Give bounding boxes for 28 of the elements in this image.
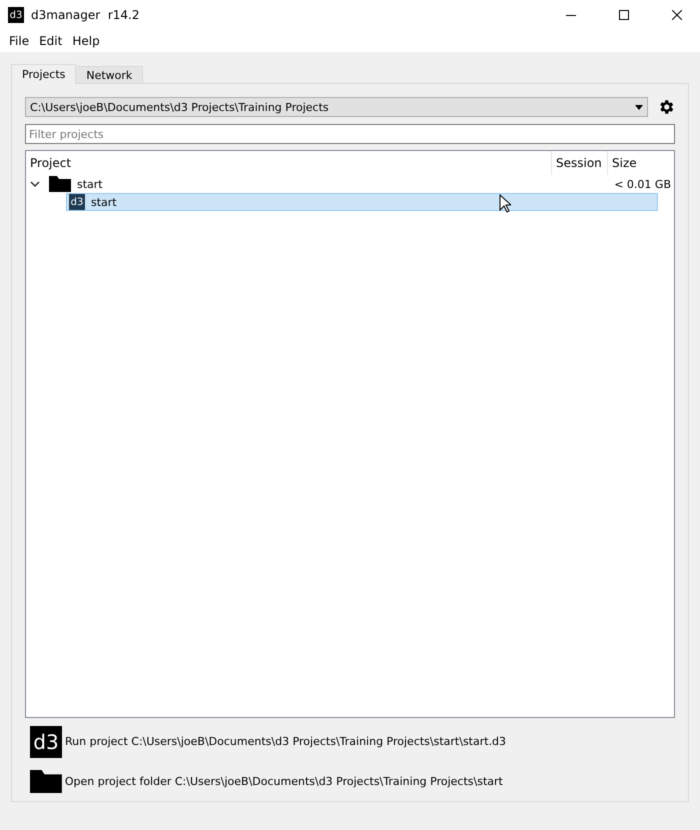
tab[interactable]: Projects bbox=[11, 64, 76, 84]
project-size: < 0.01 GB bbox=[614, 178, 672, 190]
project-name: start bbox=[77, 178, 103, 190]
collapse-chevron-icon[interactable] bbox=[30, 180, 40, 188]
project-logo-icon: d3 bbox=[30, 726, 62, 758]
action-link[interactable]: Open project folder C:\Users\joeB\Documents\d3 Projects\Training Projects\start bbox=[30, 770, 675, 793]
menu-item[interactable]: Help bbox=[67, 34, 105, 48]
close-icon bbox=[672, 10, 682, 20]
app-logo-icon: d3 bbox=[8, 7, 24, 23]
column-header[interactable]: Size bbox=[608, 151, 674, 175]
mouse-cursor-icon bbox=[499, 194, 511, 213]
path-dropdown[interactable]: C:\Users\joeB\Documents\d3 Projects\Training Projects bbox=[25, 97, 648, 117]
tab[interactable]: Network bbox=[75, 66, 144, 84]
menu-item[interactable]: File bbox=[4, 34, 34, 48]
folder-icon bbox=[49, 176, 71, 192]
project-logo-icon: d3 bbox=[69, 194, 85, 210]
menu-item[interactable]: Edit bbox=[34, 34, 68, 48]
column-header[interactable]: Project bbox=[26, 151, 552, 175]
column-header[interactable]: Session bbox=[552, 151, 608, 175]
dropdown-caret-icon bbox=[635, 104, 643, 110]
maximize-icon bbox=[619, 10, 629, 20]
minimize-icon bbox=[566, 14, 576, 16]
folder-icon bbox=[30, 770, 62, 793]
filter-field[interactable]: Filter projects bbox=[25, 124, 675, 144]
project-name: start bbox=[91, 196, 117, 208]
action-link[interactable]: d3 Run project C:\Users\joeB\Documents\d3 Projects\Training Projects\start\start.d3 bbox=[30, 726, 675, 758]
window-title: d3manager r14.2 bbox=[31, 8, 140, 22]
selected-row-highlight[interactable]: d3 start bbox=[66, 193, 658, 211]
